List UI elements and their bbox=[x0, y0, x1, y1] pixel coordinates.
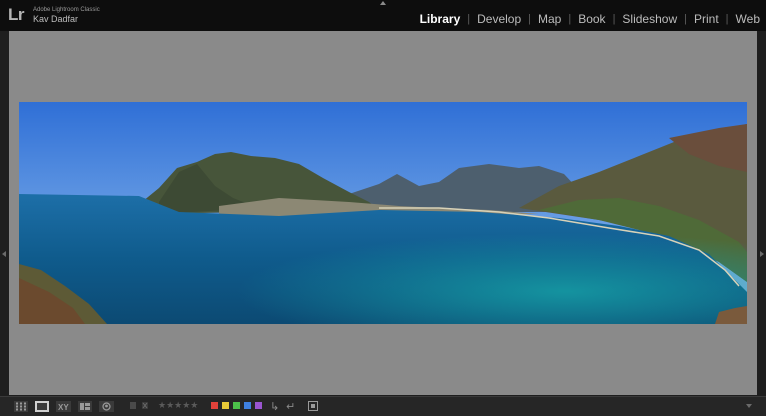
panorama-image bbox=[19, 102, 747, 324]
module-print[interactable]: Print bbox=[694, 11, 719, 27]
identity-plate-bar: Lr Adobe Lightroom Classic Kav Dadfar Li… bbox=[0, 0, 766, 31]
color-label-blue[interactable] bbox=[244, 402, 251, 409]
module-library[interactable]: Library bbox=[420, 11, 461, 27]
module-separator: | bbox=[528, 13, 531, 25]
survey-view-icon[interactable] bbox=[78, 401, 92, 412]
right-panel-toggle-icon[interactable] bbox=[760, 251, 764, 257]
module-separator: | bbox=[725, 13, 729, 25]
color-label-red[interactable] bbox=[211, 402, 218, 409]
top-panel-toggle-icon[interactable] bbox=[380, 1, 386, 5]
color-label-yellow[interactable] bbox=[222, 402, 229, 409]
lightroom-logo: Lr bbox=[8, 5, 25, 24]
toolbar-content-dropdown-icon[interactable] bbox=[746, 404, 752, 408]
loupe-view-icon[interactable] bbox=[35, 401, 49, 412]
star-rating[interactable]: ★★★★★ bbox=[158, 399, 198, 414]
module-web[interactable]: Web bbox=[736, 11, 760, 27]
panorama-photo[interactable] bbox=[19, 102, 747, 324]
lightroom-window: Lr Adobe Lightroom Classic Kav Dadfar Li… bbox=[0, 0, 766, 416]
color-label-purple[interactable] bbox=[255, 402, 262, 409]
people-view-icon[interactable] bbox=[99, 401, 114, 412]
module-book[interactable]: Book bbox=[578, 11, 605, 27]
left-panel-toggle-icon[interactable] bbox=[2, 251, 6, 257]
identity-plate: Adobe Lightroom Classic Kav Dadfar bbox=[33, 7, 100, 25]
user-name: Kav Dadfar bbox=[33, 14, 79, 24]
module-separator: | bbox=[684, 13, 687, 25]
module-slideshow[interactable]: Slideshow bbox=[622, 11, 677, 27]
rotate-right-icon[interactable]: ↵ bbox=[286, 400, 295, 413]
grid-view-icon[interactable] bbox=[14, 401, 28, 412]
module-develop[interactable]: Develop bbox=[477, 11, 521, 27]
svg-text:XY: XY bbox=[58, 403, 69, 412]
bottom-toolbar: XY ★★★★★ ↳ ↵ bbox=[0, 396, 766, 416]
color-label-green[interactable] bbox=[233, 402, 240, 409]
pick-flag-icon[interactable] bbox=[130, 402, 136, 409]
reject-flag-icon[interactable] bbox=[142, 402, 148, 409]
module-separator: | bbox=[467, 13, 471, 25]
crop-overlay-icon[interactable] bbox=[307, 400, 319, 412]
compare-view-icon[interactable]: XY bbox=[56, 401, 71, 412]
module-separator: | bbox=[568, 13, 572, 25]
module-picker: Library | Develop | Map | Book | Slidesh… bbox=[420, 11, 760, 27]
module-map[interactable]: Map bbox=[538, 11, 561, 27]
app-name: Adobe Lightroom Classic bbox=[33, 7, 100, 13]
color-labels bbox=[211, 402, 262, 409]
module-separator: | bbox=[612, 13, 616, 25]
rotate-left-icon[interactable]: ↳ bbox=[270, 400, 279, 413]
